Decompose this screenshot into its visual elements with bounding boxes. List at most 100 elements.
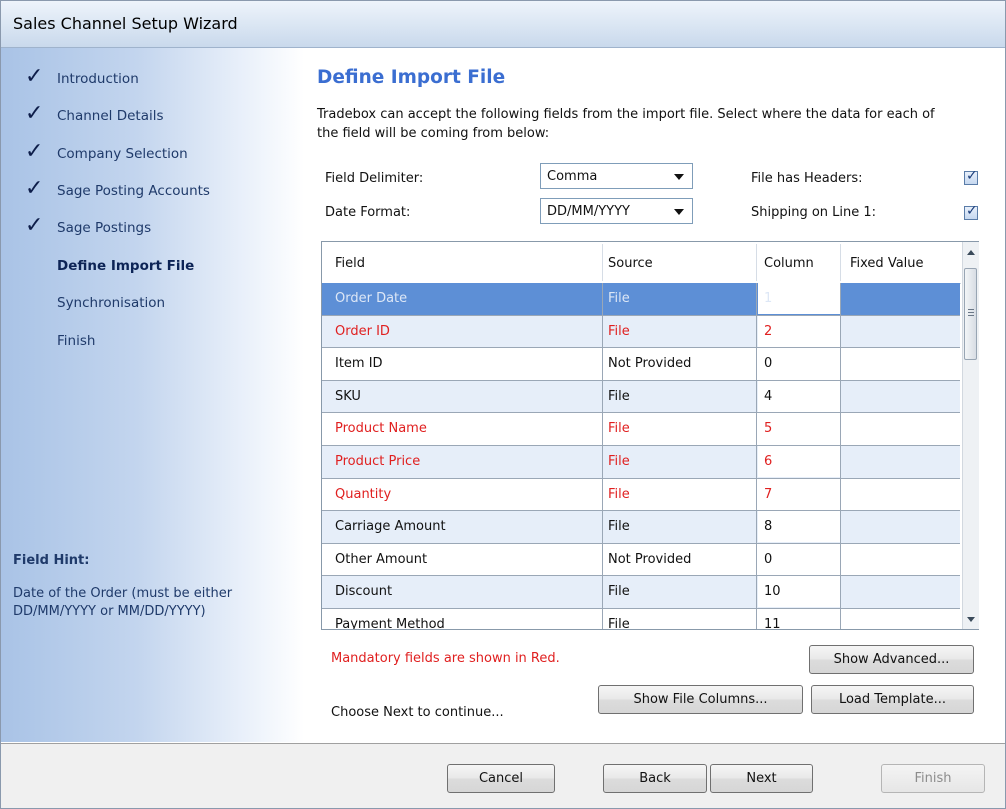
column-divider bbox=[756, 348, 757, 380]
column-divider bbox=[840, 445, 841, 478]
wizard-step-define-import-file: Define Import File bbox=[1, 255, 301, 279]
file-has-headers-checkbox[interactable]: ✓ bbox=[964, 168, 978, 185]
row-column-cell: 11 bbox=[764, 616, 781, 630]
field-delimiter-dropdown[interactable]: Comma bbox=[540, 163, 693, 189]
scroll-up-icon[interactable] bbox=[963, 244, 979, 260]
next-button[interactable]: Next bbox=[710, 764, 813, 793]
table-row[interactable]: Product Name File 5 bbox=[322, 413, 960, 446]
table-row[interactable]: Other Amount Not Provided 0 bbox=[322, 543, 960, 577]
column-divider bbox=[840, 511, 841, 543]
page-title: Define Import File bbox=[317, 67, 506, 88]
row-field-cell: Order Date bbox=[335, 291, 408, 306]
column-header-fixed-value[interactable]: Fixed Value bbox=[850, 256, 924, 271]
column-divider bbox=[756, 576, 757, 608]
chevron-down-icon bbox=[674, 174, 684, 180]
table-row[interactable]: Payment Method File 11 bbox=[322, 608, 960, 630]
row-column-cell: 10 bbox=[764, 584, 781, 600]
column-divider bbox=[840, 380, 841, 413]
row-source-cell: File bbox=[608, 616, 630, 630]
grid-header: Field Source Column Fixed Value bbox=[322, 242, 961, 284]
wizard-step-label: Company Selection bbox=[57, 146, 188, 162]
row-field-cell: Order ID bbox=[335, 323, 390, 339]
scrollbar-thumb[interactable] bbox=[964, 268, 977, 360]
row-field-cell: Quantity bbox=[335, 486, 392, 502]
row-source-cell: File bbox=[608, 584, 630, 600]
column-divider bbox=[602, 543, 603, 576]
column-divider bbox=[602, 348, 603, 380]
chevron-down-icon bbox=[674, 209, 684, 215]
column-divider bbox=[756, 413, 757, 445]
table-row[interactable]: Order ID File 2 bbox=[322, 315, 960, 349]
header-divider bbox=[756, 244, 757, 281]
continue-note: Choose Next to continue... bbox=[331, 705, 504, 720]
show-file-columns-button[interactable]: Show File Columns... bbox=[598, 685, 803, 714]
table-row[interactable]: Product Price File 6 bbox=[322, 445, 960, 479]
back-button[interactable]: Back bbox=[603, 764, 707, 793]
grid-scrollbar[interactable] bbox=[962, 242, 979, 629]
date-format-value: DD/MM/YYYY bbox=[547, 204, 630, 219]
table-row[interactable]: SKU File 4 bbox=[322, 380, 960, 414]
column-divider bbox=[602, 315, 603, 348]
shipping-on-line-label: Shipping on Line 1: bbox=[751, 205, 877, 220]
checkmark-icon: ✓ bbox=[25, 139, 44, 164]
table-row[interactable]: Carriage Amount File 8 bbox=[322, 511, 960, 544]
row-column-cell: 0 bbox=[764, 356, 773, 372]
column-header-field[interactable]: Field bbox=[335, 256, 365, 271]
row-column-cell: 4 bbox=[764, 388, 773, 404]
column-divider bbox=[756, 380, 757, 413]
date-format-dropdown[interactable]: DD/MM/YYYY bbox=[540, 198, 693, 224]
column-divider bbox=[602, 283, 603, 315]
row-column-cell: 1 bbox=[764, 291, 773, 306]
wizard-step-synchronisation: Synchronisation bbox=[1, 292, 301, 316]
column-divider bbox=[840, 283, 841, 315]
column-divider bbox=[602, 413, 603, 445]
column-divider bbox=[756, 478, 757, 511]
row-source-cell: File bbox=[608, 453, 630, 469]
row-source-cell: Not Provided bbox=[608, 551, 692, 567]
grid-rows: Order Date File 1 Order ID File 2 Item ID Not P… bbox=[322, 283, 960, 630]
column-divider bbox=[756, 511, 757, 543]
footer-bar: Cancel Back Next Finish bbox=[1, 743, 1005, 808]
import-fields-grid[interactable]: Field Source Column Fixed Value Order Da… bbox=[321, 241, 979, 630]
row-source-cell: File bbox=[608, 421, 630, 437]
row-source-cell: File bbox=[608, 486, 630, 502]
row-source-cell: File bbox=[608, 291, 630, 306]
wizard-step-channel-details: ✓ Channel Details bbox=[1, 101, 301, 129]
column-divider bbox=[756, 315, 757, 348]
column-divider bbox=[840, 413, 841, 445]
row-field-cell: Discount bbox=[335, 584, 393, 600]
column-divider bbox=[602, 445, 603, 478]
scroll-down-icon[interactable] bbox=[963, 611, 979, 627]
row-source-cell: File bbox=[608, 323, 630, 339]
cancel-button[interactable]: Cancel bbox=[447, 764, 555, 793]
wizard-step-introduction: ✓ Introduction bbox=[1, 64, 301, 92]
shipping-on-line-checkbox[interactable]: ✓ bbox=[964, 203, 978, 220]
checkmark-icon: ✓ bbox=[25, 64, 44, 89]
table-row[interactable]: Order Date File 1 bbox=[322, 283, 960, 316]
column-divider bbox=[756, 445, 757, 478]
finish-button: Finish bbox=[881, 764, 985, 793]
load-template-button[interactable]: Load Template... bbox=[811, 685, 974, 714]
table-row[interactable]: Item ID Not Provided 0 bbox=[322, 348, 960, 381]
field-hint-title: Field Hint: bbox=[13, 553, 90, 568]
wizard-step-company-selection: ✓ Company Selection bbox=[1, 139, 301, 167]
row-field-cell: Carriage Amount bbox=[335, 519, 446, 535]
title-bar: Sales Channel Setup Wizard bbox=[1, 1, 1005, 48]
column-header-column[interactable]: Column bbox=[764, 256, 814, 271]
column-divider bbox=[602, 576, 603, 608]
field-hint-text: Date of the Order (must be either DD/MM/… bbox=[13, 586, 233, 619]
file-has-headers-label: File has Headers: bbox=[751, 171, 863, 186]
row-field-cell: SKU bbox=[335, 388, 361, 404]
row-field-cell: Item ID bbox=[335, 356, 383, 372]
table-row[interactable]: Discount File 10 bbox=[322, 576, 960, 609]
wizard-step-label: Introduction bbox=[57, 71, 139, 87]
wizard-steps-sidebar: ✓ Introduction ✓ Channel Details ✓ Company Se… bbox=[1, 48, 304, 742]
date-format-label: Date Format: bbox=[325, 205, 411, 220]
column-divider bbox=[840, 543, 841, 576]
table-row[interactable]: Quantity File 7 bbox=[322, 478, 960, 512]
row-source-cell: Not Provided bbox=[608, 356, 692, 372]
column-header-source[interactable]: Source bbox=[608, 256, 653, 271]
wizard-step-sage-postings: ✓ Sage Postings bbox=[1, 213, 301, 241]
wizard-step-label: Synchronisation bbox=[57, 295, 166, 311]
show-advanced-button[interactable]: Show Advanced... bbox=[809, 645, 974, 674]
